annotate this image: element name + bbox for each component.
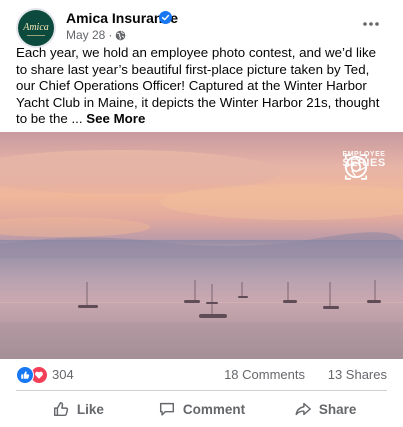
- reactions-bar: 304 18 Comments 13 Shares: [16, 366, 387, 384]
- shares-count-link[interactable]: 13 Shares: [328, 367, 387, 382]
- avatar-logo-line: [27, 35, 45, 36]
- globe-icon: [116, 30, 126, 40]
- reaction-count[interactable]: 304: [52, 367, 74, 382]
- employee-series-badge: EMPLOYEE SERIES: [339, 150, 389, 180]
- facebook-post: Amica Amica Insurance May 28 · Each year…: [0, 0, 403, 427]
- post-meta: May 28 ·: [66, 28, 126, 42]
- meta-separator: ·: [108, 28, 113, 42]
- comments-count-link[interactable]: 18 Comments: [224, 367, 305, 382]
- text-ellipsis: ...: [71, 111, 87, 126]
- share-label: Share: [318, 401, 357, 417]
- thumbs-up-icon: [53, 401, 68, 417]
- like-button[interactable]: Like: [16, 393, 140, 425]
- actions-divider: [16, 390, 387, 391]
- share-button[interactable]: Share: [263, 393, 387, 425]
- more-options-icon[interactable]: [359, 12, 383, 36]
- post-actions: Like Comment Share: [16, 393, 387, 425]
- comment-label: Comment: [182, 401, 246, 417]
- verified-badge-icon: [159, 11, 172, 24]
- see-more-link[interactable]: See More: [86, 111, 145, 126]
- post-date-link[interactable]: May 28: [66, 28, 105, 42]
- reaction-icons[interactable]: [16, 366, 50, 384]
- like-icon: [16, 366, 34, 384]
- comment-button[interactable]: Comment: [140, 393, 264, 425]
- share-arrow-icon: [295, 402, 311, 416]
- avatar-logo-text: Amica: [23, 22, 49, 33]
- post-text: Each year, we hold an employee photo con…: [16, 45, 387, 128]
- page-avatar[interactable]: Amica: [16, 8, 56, 48]
- comment-bubble-icon: [159, 402, 174, 416]
- post-header: Amica Amica Insurance May 28 ·: [16, 8, 387, 48]
- post-photo[interactable]: EMPLOYEE SERIES: [0, 132, 403, 359]
- camera-aperture-icon: [344, 154, 368, 180]
- like-label: Like: [76, 401, 104, 417]
